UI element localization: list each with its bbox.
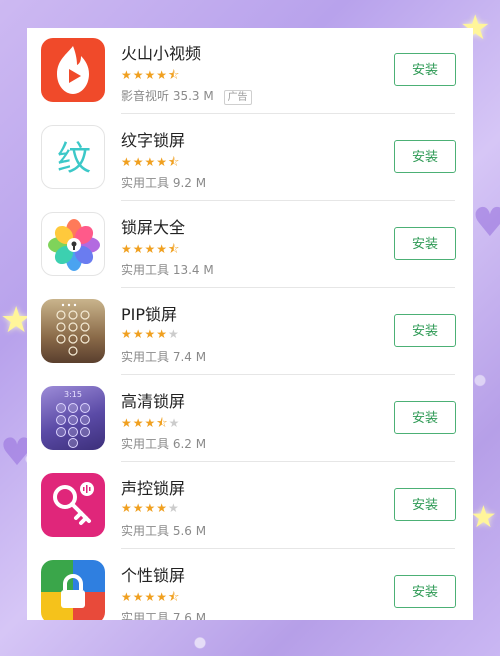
app-category: 影音视听	[121, 89, 170, 103]
ad-badge: 广告	[223, 90, 252, 105]
rating-stars: ★★★★⯪	[121, 242, 181, 256]
app-size: 5.6 M	[172, 524, 207, 538]
app-size: 6.2 M	[172, 437, 207, 451]
app-name: 火山小视频	[121, 44, 202, 63]
divider	[121, 548, 455, 549]
app-meta: 实用工具 7.6 M	[121, 609, 206, 620]
app-name: PIP锁屏	[121, 305, 178, 324]
list-item[interactable]: 火山小视频 ★★★★⯪ 影音视听 35.3 M 广告 安装	[27, 28, 473, 114]
rating-stars: ★★★★⯪	[121, 155, 181, 169]
list-item[interactable]: 锁屏大全 ★★★★⯪ 实用工具 13.4 M 安装	[27, 202, 473, 288]
app-size: 9.2 M	[172, 176, 207, 190]
app-meta: 实用工具 6.2 M	[121, 435, 206, 452]
app-category: 实用工具	[121, 263, 170, 277]
install-button[interactable]: 安装	[394, 401, 456, 434]
app-category: 实用工具	[121, 176, 170, 190]
app-name: 锁屏大全	[121, 218, 186, 237]
flower-lock-icon	[41, 212, 105, 276]
app-category: 实用工具	[121, 350, 170, 364]
install-button[interactable]: 安装	[394, 575, 456, 608]
star-decoration-icon: ★	[470, 500, 497, 535]
pip-keypad-icon	[41, 299, 105, 363]
app-name: 高清锁屏	[121, 392, 186, 411]
wenzi-lock-icon: 纹	[41, 125, 105, 189]
app-name: 纹字锁屏	[121, 131, 186, 150]
list-item[interactable]: PIP锁屏 ★★★★★ 实用工具 7.4 M 安装	[27, 289, 473, 375]
app-meta: 实用工具 7.4 M	[121, 348, 206, 365]
app-size: 35.3 M	[172, 89, 214, 103]
install-button[interactable]: 安装	[394, 227, 456, 260]
divider	[121, 200, 455, 201]
rating-stars: ★★★★⯪	[121, 68, 181, 82]
app-meta: 影音视听 35.3 M 广告	[121, 87, 252, 105]
divider	[121, 113, 455, 114]
list-item[interactable]: 个性锁屏 ★★★★⯪ 实用工具 7.6 M 安装	[27, 550, 473, 620]
app-size: 13.4 M	[172, 263, 214, 277]
divider	[121, 287, 455, 288]
app-meta: 实用工具 5.6 M	[121, 522, 206, 539]
list-item[interactable]: 3:15 高清锁屏 ★★★⯪★ 实用工具 6.2 M 安装	[27, 376, 473, 462]
hd-keypad-icon: 3:15	[41, 386, 105, 450]
rating-stars: ★★★★★	[121, 501, 180, 515]
install-button[interactable]: 安装	[394, 140, 456, 173]
app-list: 火山小视频 ★★★★⯪ 影音视听 35.3 M 广告 安装 纹 纹字锁屏 ★★★…	[27, 28, 473, 620]
voice-key-icon	[41, 473, 105, 537]
install-button[interactable]: 安装	[394, 53, 456, 86]
svg-text:纹: 纹	[57, 139, 91, 179]
heart-decoration-icon: ♥	[472, 200, 500, 246]
app-meta: 实用工具 9.2 M	[121, 174, 206, 191]
app-size: 7.4 M	[172, 350, 207, 364]
rating-stars: ★★★★★	[121, 327, 180, 341]
svg-text:3:15: 3:15	[64, 390, 82, 399]
app-category: 实用工具	[121, 524, 170, 538]
padlock-icon	[41, 560, 105, 620]
rating-stars: ★★★★⯪	[121, 590, 181, 604]
list-item[interactable]: 纹 纹字锁屏 ★★★★⯪ 实用工具 9.2 M 安装	[27, 115, 473, 201]
divider	[121, 461, 455, 462]
app-meta: 实用工具 13.4 M	[121, 261, 214, 278]
app-name: 声控锁屏	[121, 479, 186, 498]
huoshan-icon	[41, 38, 105, 102]
app-name: 个性锁屏	[121, 566, 186, 585]
rating-stars: ★★★⯪★	[121, 416, 181, 430]
install-button[interactable]: 安装	[394, 314, 456, 347]
install-button[interactable]: 安装	[394, 488, 456, 521]
app-size: 7.6 M	[172, 611, 207, 620]
list-item[interactable]: 声控锁屏 ★★★★★ 实用工具 5.6 M 安装	[27, 463, 473, 549]
app-category: 实用工具	[121, 437, 170, 451]
app-category: 实用工具	[121, 611, 170, 620]
divider	[121, 374, 455, 375]
